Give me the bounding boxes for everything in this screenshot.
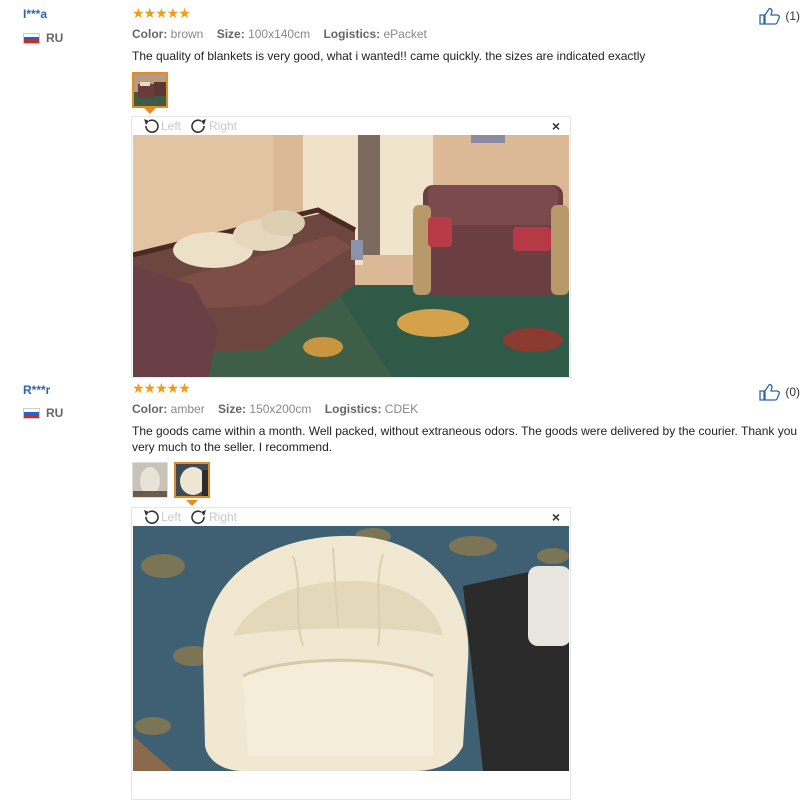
review-thumbnail[interactable] xyxy=(132,462,168,498)
logistics-value: ePacket xyxy=(383,27,427,41)
size-value: 100x140cm xyxy=(248,27,311,41)
review-photo xyxy=(133,526,569,771)
viewer-toolbar: Left Right × xyxy=(132,508,570,526)
reviewer-country: RU xyxy=(23,406,63,420)
rotate-right-label: Right xyxy=(209,119,238,133)
size-value: 150x200cm xyxy=(249,402,312,416)
reviewer-name: R***r xyxy=(23,383,51,397)
logistics-label: Logistics: xyxy=(324,402,382,416)
size-label: Size: xyxy=(216,27,245,41)
star-rating: ★★★★★ xyxy=(132,380,191,396)
close-icon[interactable]: × xyxy=(552,509,560,525)
rotate-left-label: Left xyxy=(161,119,182,133)
rotate-right-label: Right xyxy=(209,510,238,524)
active-thumb-pointer xyxy=(186,500,198,506)
helpful-count: (0) xyxy=(785,385,800,399)
color-label: Color: xyxy=(132,402,168,416)
color-label: Color: xyxy=(132,27,168,41)
review-thumbnail[interactable] xyxy=(174,462,210,498)
thumbs-up-icon[interactable] xyxy=(759,383,781,401)
logistics-label: Logistics: xyxy=(323,27,381,41)
review-thumbnail[interactable] xyxy=(132,72,168,108)
image-viewer: Left Right × xyxy=(131,116,571,378)
russia-flag-icon xyxy=(23,32,40,44)
rotate-right-icon xyxy=(191,119,206,133)
review-item: I***a RU ★★★★★ Color: brown Size: 100x14… xyxy=(0,0,800,378)
size-label: Size: xyxy=(218,402,247,416)
review-thumbnails xyxy=(132,72,168,108)
country-code: RU xyxy=(46,31,64,45)
rotate-left-label: Left xyxy=(161,510,182,524)
star-rating: ★★★★★ xyxy=(132,5,191,21)
review-item: R***r RU ★★★★★ Color: amber Size: 150x20… xyxy=(0,378,800,800)
review-photo xyxy=(133,135,569,377)
thumbs-up-icon[interactable] xyxy=(759,7,781,25)
rotate-right-button[interactable]: Right xyxy=(190,509,237,525)
review-thumbnails xyxy=(132,462,210,498)
color-value: amber xyxy=(170,402,205,416)
active-thumb-pointer xyxy=(144,108,156,114)
logistics-value: CDEK xyxy=(384,402,419,416)
country-code: RU xyxy=(46,406,64,420)
order-info: Color: amber Size: 150x200cm Logistics: … xyxy=(132,402,418,416)
helpful-button[interactable]: (1) xyxy=(759,7,800,25)
rotate-right-button[interactable]: Right xyxy=(190,118,237,134)
viewer-toolbar: Left Right × xyxy=(132,117,570,135)
rotate-left-icon xyxy=(144,510,159,524)
reviewer-name: I***a xyxy=(23,7,48,21)
close-icon[interactable]: × xyxy=(552,118,560,134)
helpful-button[interactable]: (0) xyxy=(759,383,800,401)
reviewer-country: RU xyxy=(23,31,63,45)
order-info: Color: brown Size: 100x140cm Logistics: … xyxy=(132,27,427,41)
rotate-left-button[interactable]: Left xyxy=(142,509,181,525)
review-text: The goods came within a month. Well pack… xyxy=(132,424,798,454)
rotate-left-button[interactable]: Left xyxy=(142,118,181,134)
helpful-count: (1) xyxy=(785,9,800,23)
color-value: brown xyxy=(170,27,204,41)
rotate-right-icon xyxy=(191,510,206,524)
russia-flag-icon xyxy=(23,407,40,419)
rotate-left-icon xyxy=(144,119,159,133)
image-viewer: Left Right × xyxy=(131,507,571,800)
review-text: The quality of blankets is very good, wh… xyxy=(132,49,646,63)
